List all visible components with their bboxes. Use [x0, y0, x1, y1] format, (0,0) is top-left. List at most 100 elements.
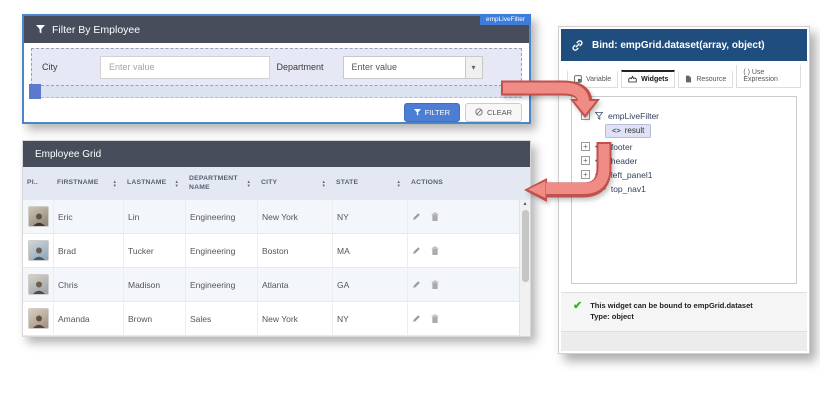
- person-icon: [31, 246, 47, 260]
- table-row[interactable]: Eric Lin Engineering New York NY: [23, 200, 519, 234]
- sort-icon[interactable]: ▲▼: [322, 180, 326, 188]
- check-icon: ✔: [573, 300, 582, 323]
- column-picture: PI..: [23, 167, 53, 200]
- column-department[interactable]: DEPARTMENT NAME▲▼: [185, 167, 257, 200]
- tree-node-emplivefilter[interactable]: − empLiveFilter: [581, 109, 787, 122]
- tab-widgets[interactable]: Widgets: [621, 70, 675, 88]
- expand-icon[interactable]: +: [581, 156, 590, 165]
- column-city[interactable]: CITY▲▼: [257, 167, 332, 200]
- person-icon: [31, 212, 47, 226]
- person-icon: [31, 280, 47, 294]
- column-firstname[interactable]: FIRSTNAME▲▼: [53, 167, 123, 200]
- sort-icon[interactable]: ▲▼: [247, 180, 251, 188]
- edit-icon[interactable]: [412, 314, 421, 323]
- sort-icon[interactable]: ▲▼: [175, 180, 179, 188]
- bind-dialog-title: Bind: empGrid.dataset(array, object): [592, 40, 765, 51]
- link-icon: [571, 39, 584, 52]
- cell-firstname: Eric: [58, 212, 73, 222]
- bind-dialog-tabs: Variable Widgets Resource ( ) Use Expres…: [561, 61, 807, 88]
- edit-icon[interactable]: [412, 212, 421, 221]
- filter-actions-row: FILTER CLEAR: [24, 98, 529, 126]
- form-footer-strip: [31, 86, 522, 98]
- city-field: City: [42, 56, 277, 79]
- tree-node-result[interactable]: <> result: [605, 124, 651, 138]
- scrollbar-thumb[interactable]: [522, 210, 529, 282]
- tree-node-left-panel[interactable]: + </> left_panel1: [581, 168, 787, 181]
- delete-icon[interactable]: [431, 314, 439, 324]
- tab-resource[interactable]: Resource: [678, 70, 733, 88]
- city-input[interactable]: [100, 56, 270, 79]
- clear-button-label: CLEAR: [487, 108, 512, 117]
- edit-icon[interactable]: [412, 280, 421, 289]
- cell-state: NY: [337, 212, 349, 222]
- cell-state: MA: [337, 246, 350, 256]
- edit-icon[interactable]: [412, 246, 421, 255]
- column-lastname[interactable]: LASTNAME▲▼: [123, 167, 185, 200]
- expand-icon[interactable]: +: [581, 184, 590, 193]
- tree-node-result-row: <> result: [581, 123, 787, 139]
- code-icon: </>: [595, 142, 606, 151]
- column-state[interactable]: STATE▲▼: [332, 167, 407, 200]
- cell-department: Engineering: [190, 246, 235, 256]
- tree-node-footer[interactable]: + </> footer: [581, 140, 787, 153]
- department-field: Department Enter value ▾: [277, 56, 512, 79]
- widget-name-badge: empLiveFilter: [480, 14, 531, 25]
- tree-node-header[interactable]: + </> header: [581, 154, 787, 167]
- widgets-icon: [628, 75, 637, 83]
- cell-department: Sales: [190, 314, 211, 324]
- cell-city: Atlanta: [262, 280, 288, 290]
- cell-lastname: Tucker: [128, 246, 154, 256]
- chevron-down-icon[interactable]: ▾: [465, 57, 482, 78]
- code-icon: <>: [612, 126, 621, 135]
- bind-status-message: ✔ This widget can be bound to empGrid.da…: [561, 292, 807, 331]
- tab-use-expression[interactable]: ( ) Use Expression: [736, 64, 801, 88]
- scrollbar[interactable]: ▴: [519, 200, 530, 336]
- cell-lastname: Lin: [128, 212, 139, 222]
- table-row[interactable]: Brad Tucker Engineering Boston MA: [23, 234, 519, 268]
- delete-icon[interactable]: [431, 246, 439, 256]
- clear-button[interactable]: CLEAR: [465, 103, 522, 122]
- filter-button[interactable]: FILTER: [404, 103, 460, 122]
- filter-by-employee-panel: empLiveFilter Filter By Employee City De…: [22, 14, 531, 124]
- table-row[interactable]: Amanda Brown Sales New York NY: [23, 302, 519, 336]
- delete-icon[interactable]: [431, 212, 439, 222]
- sort-icon[interactable]: ▲▼: [397, 180, 401, 188]
- department-select[interactable]: Enter value ▾: [343, 56, 483, 79]
- tree-node-label: footer: [611, 142, 633, 152]
- filter-icon: [36, 25, 45, 34]
- cell-department: Engineering: [190, 280, 235, 290]
- bind-message-line1: This widget can be bound to empGrid.data…: [590, 300, 753, 312]
- filter-panel-title: Filter By Employee: [52, 24, 140, 36]
- delete-icon[interactable]: [431, 280, 439, 290]
- grid-header-row: PI.. FIRSTNAME▲▼ LASTNAME▲▼ DEPARTMENT N…: [23, 167, 530, 200]
- person-icon: [31, 314, 47, 328]
- scroll-up-icon[interactable]: ▴: [523, 200, 526, 209]
- filter-button-label: FILTER: [425, 108, 450, 117]
- tab-variable[interactable]: Variable: [567, 70, 618, 88]
- employee-photo: [28, 206, 49, 227]
- tab-widgets-label: Widgets: [641, 76, 668, 83]
- drag-resize-handle[interactable]: [29, 84, 41, 99]
- cell-department: Engineering: [190, 212, 235, 222]
- tree-node-label: header: [611, 156, 637, 166]
- cell-city: Boston: [262, 246, 288, 256]
- cell-city: New York: [262, 212, 298, 222]
- filter-panel-header: Filter By Employee: [24, 16, 529, 43]
- expand-icon[interactable]: +: [581, 170, 590, 179]
- cell-lastname: Madison: [128, 280, 160, 290]
- employee-photo: [28, 240, 49, 261]
- cell-state: GA: [337, 280, 349, 290]
- sort-icon[interactable]: ▲▼: [113, 180, 117, 188]
- tree-node-label: left_panel1: [611, 170, 653, 180]
- tree-node-label: result: [625, 126, 645, 135]
- resource-icon: [685, 75, 692, 83]
- expand-icon[interactable]: +: [581, 142, 590, 151]
- table-row[interactable]: Chris Madison Engineering Atlanta GA: [23, 268, 519, 302]
- bind-dialog: Bind: empGrid.dataset(array, object) Var…: [558, 26, 810, 354]
- collapse-icon[interactable]: −: [581, 111, 590, 120]
- tree-node-top-nav[interactable]: + </> top_nav1: [581, 182, 787, 195]
- bind-dialog-header: Bind: empGrid.dataset(array, object): [561, 29, 807, 61]
- tree-node-label: empLiveFilter: [608, 111, 659, 121]
- bind-message-line2: Type: object: [590, 311, 753, 323]
- cell-firstname: Amanda: [58, 314, 90, 324]
